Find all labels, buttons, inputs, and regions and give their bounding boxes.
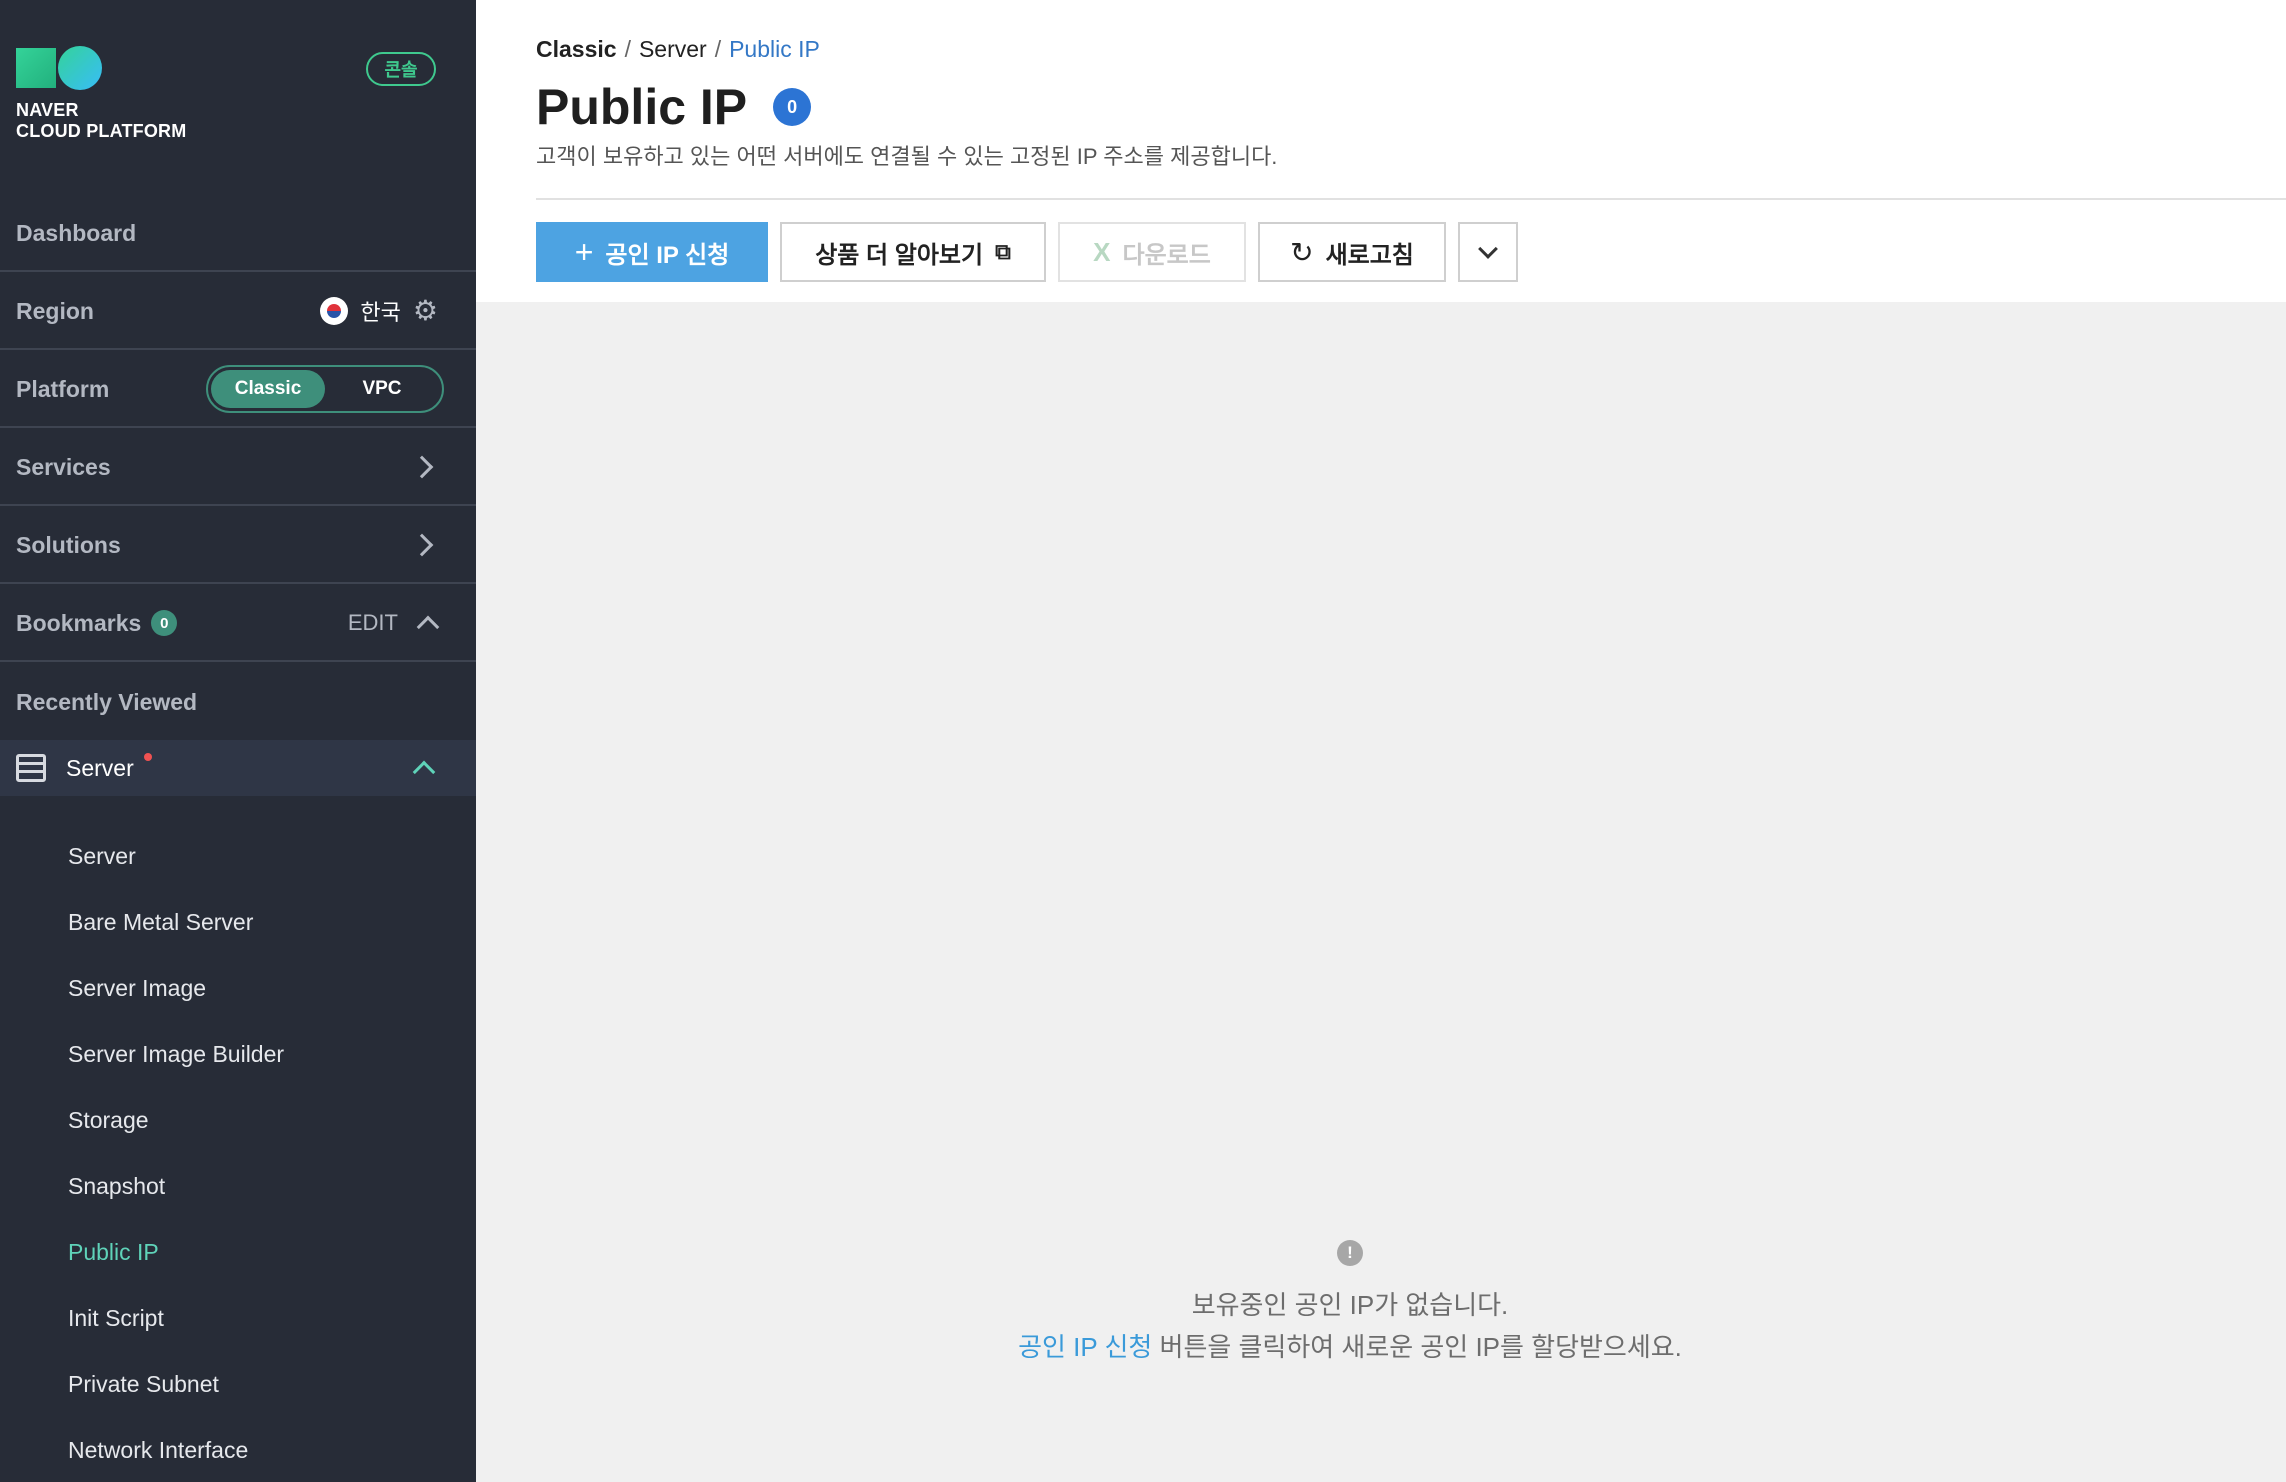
nav-region-label: Region: [16, 297, 94, 324]
platform-option-classic[interactable]: Classic: [211, 370, 325, 408]
count-badge: 0: [773, 88, 812, 126]
breadcrumb-separator: /: [714, 36, 722, 62]
chevron-right-icon: [410, 455, 434, 479]
breadcrumb-public-ip: Public IP: [729, 36, 820, 62]
nav-bookmarks-label: Bookmarks: [16, 609, 142, 636]
breadcrumb-classic[interactable]: Classic: [536, 36, 617, 63]
excel-icon: X: [1093, 236, 1111, 267]
refresh-button[interactable]: ↻ 새로고침: [1258, 222, 1446, 282]
sidebar-item-storage[interactable]: Storage: [68, 1104, 149, 1136]
empty-state-hint: 버튼을 클릭하여 새로운 공인 IP를 할당받으세요.: [1152, 1332, 1682, 1362]
naver-cloud-logo[interactable]: NAVER CLOUD PLATFORM: [16, 46, 186, 142]
chevron-down-icon: [1478, 239, 1498, 259]
platform-toggle[interactable]: Classic VPC: [206, 365, 444, 413]
page-title: Public IP: [536, 79, 748, 135]
sidebar-item-bare-metal-server[interactable]: Bare Metal Server: [68, 906, 253, 938]
bookmarks-edit-button[interactable]: EDIT: [348, 610, 398, 636]
nav-bookmarks[interactable]: Bookmarks 0 EDIT: [0, 586, 476, 662]
chevron-right-icon: [410, 533, 434, 557]
chevron-up-icon[interactable]: [416, 615, 440, 639]
nav-solutions[interactable]: Solutions: [0, 508, 476, 584]
sidebar-item-network-interface[interactable]: Network Interface: [68, 1434, 248, 1466]
server-icon: [16, 754, 46, 782]
empty-state: ! 보유중인 공인 IP가 없습니다. 공인 IP 신청 버튼을 클릭하여 새로…: [900, 1240, 1800, 1368]
nav-services[interactable]: Services: [0, 430, 476, 506]
logo-mark-icon: [16, 46, 186, 90]
download-label: 다운로드: [1122, 241, 1211, 269]
server-group-label: Server: [66, 754, 134, 781]
refresh-icon: ↻: [1290, 236, 1314, 268]
sidebar-item-private-subnet[interactable]: Private Subnet: [68, 1368, 219, 1400]
page-description: 고객이 보유하고 있는 어떤 서버에도 연결될 수 있는 고정된 IP 주소를 …: [536, 144, 1278, 169]
sidebar-item-snapshot[interactable]: Snapshot: [68, 1170, 165, 1202]
nav-dashboard-label: Dashboard: [16, 219, 137, 246]
refresh-label: 새로고침: [1325, 241, 1414, 269]
sidebar-item-server-image-builder[interactable]: Server Image Builder: [68, 1038, 284, 1070]
plus-icon: +: [574, 234, 594, 270]
nav-platform: Platform Classic VPC: [0, 352, 476, 428]
gear-icon[interactable]: ⚙: [413, 297, 438, 325]
learn-more-button[interactable]: 상품 더 알아보기 ⧉: [780, 222, 1046, 282]
sidebar-item-init-script[interactable]: Init Script: [68, 1302, 164, 1334]
empty-state-message: 보유중인 공인 IP가 없습니다.: [1191, 1290, 1509, 1320]
nav-platform-label: Platform: [16, 375, 110, 402]
new-indicator-dot: [143, 753, 152, 761]
nav-services-label: Services: [16, 453, 111, 480]
sidebar: NAVER CLOUD PLATFORM 콘솔 Dashboard Region…: [0, 0, 476, 1482]
breadcrumb: Classic / Server / Public IP: [536, 36, 820, 63]
region-value[interactable]: 한국: [360, 295, 400, 327]
divider: [536, 198, 2286, 200]
apply-public-ip-button[interactable]: + 공인 IP 신청: [536, 222, 768, 282]
server-group-header[interactable]: Server: [0, 740, 476, 796]
sidebar-item-public-ip[interactable]: Public IP: [68, 1236, 159, 1268]
external-link-icon: ⧉: [995, 239, 1011, 264]
brand-line1: NAVER: [16, 100, 79, 120]
platform-option-vpc[interactable]: VPC: [325, 370, 439, 408]
bookmarks-count-badge: 0: [151, 610, 178, 636]
sidebar-item-server[interactable]: Server: [68, 840, 136, 872]
brand-line2: CLOUD PLATFORM: [16, 121, 187, 141]
download-button[interactable]: X 다운로드: [1058, 222, 1246, 282]
toolbar: + 공인 IP 신청 상품 더 알아보기 ⧉ X 다운로드 ↻ 새로고침: [536, 222, 1518, 282]
apply-public-ip-link[interactable]: 공인 IP 신청: [1018, 1332, 1152, 1362]
sidebar-item-server-image[interactable]: Server Image: [68, 972, 206, 1004]
nav-solutions-label: Solutions: [16, 531, 121, 558]
info-icon: !: [1337, 1240, 1363, 1266]
nav-recently-viewed: Recently Viewed: [0, 664, 476, 740]
recently-viewed-label: Recently Viewed: [16, 688, 198, 715]
more-options-button[interactable]: [1458, 222, 1518, 282]
breadcrumb-server[interactable]: Server: [639, 36, 707, 63]
breadcrumb-separator: /: [624, 36, 631, 62]
nav-region: Region 한국 ⚙: [0, 274, 476, 350]
korea-flag-icon: [320, 297, 349, 325]
chevron-up-icon[interactable]: [412, 760, 436, 784]
apply-public-ip-label: 공인 IP 신청: [605, 241, 730, 269]
nav-dashboard[interactable]: Dashboard: [0, 196, 476, 272]
learn-more-label: 상품 더 알아보기: [815, 241, 984, 269]
console-badge[interactable]: 콘솔: [366, 52, 436, 86]
page-header: Classic / Server / Public IP Public IP 0…: [476, 0, 2286, 302]
